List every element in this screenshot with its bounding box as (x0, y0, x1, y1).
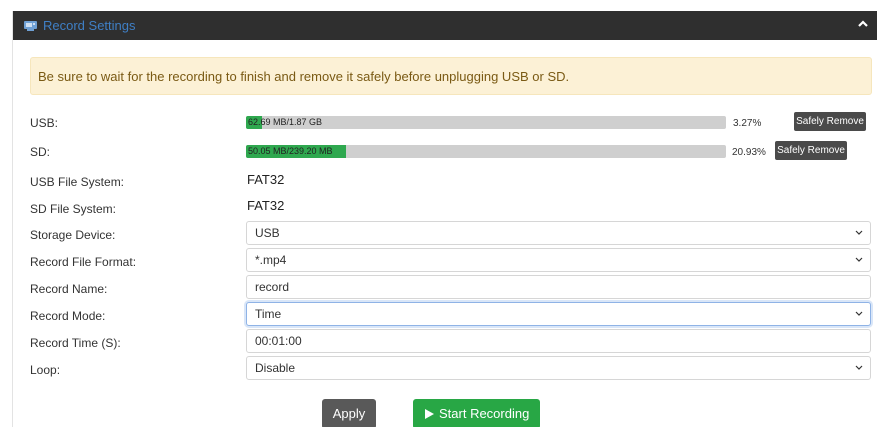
record-time-value: 00:01:00 (255, 334, 302, 348)
record-time-label: Record Time (S): (30, 336, 121, 350)
record-name-input[interactable]: record (246, 275, 871, 299)
warning-alert: Be sure to wait for the recording to fin… (30, 57, 872, 95)
record-name-value: record (255, 280, 290, 294)
usb-progress-bar: 62.69 MB/1.87 GB (246, 116, 726, 129)
play-icon (425, 409, 434, 419)
chevron-down-icon (855, 311, 863, 316)
storage-device-value: USB (255, 226, 280, 240)
sd-file-system-label: SD File System: (30, 202, 117, 216)
chevron-up-icon[interactable] (856, 16, 870, 32)
usb-file-system-value: FAT32 (247, 172, 285, 187)
usb-label: USB: (30, 116, 59, 130)
panel-title: Record Settings (43, 18, 136, 33)
sd-usage-text: 50.05 MB/239.20 MB (248, 146, 333, 156)
record-name-label: Record Name: (30, 282, 108, 296)
chevron-down-icon (855, 365, 863, 370)
start-recording-label: Start Recording (439, 406, 530, 421)
sd-label: SD: (30, 145, 51, 159)
record-mode-label: Record Mode: (30, 309, 106, 323)
storage-device-select[interactable]: USB (246, 221, 871, 245)
record-file-format-label: Record File Format: (30, 255, 137, 269)
sd-file-system-value: FAT32 (247, 198, 285, 213)
storage-device-label: Storage Device: (30, 228, 116, 242)
record-settings-icon (24, 21, 37, 31)
record-mode-value: Time (255, 307, 282, 321)
usb-usage-text: 62.69 MB/1.87 GB (248, 117, 323, 127)
panel-header: Record Settings (13, 11, 877, 40)
record-file-format-value: *.mp4 (255, 253, 287, 267)
start-recording-button[interactable]: Start Recording (413, 399, 540, 427)
sd-safely-remove-button[interactable]: Safely Remove (775, 141, 847, 160)
usb-safely-remove-button[interactable]: Safely Remove (794, 112, 866, 131)
usb-percent: 3.27% (733, 118, 762, 129)
loop-select[interactable]: Disable (246, 356, 871, 380)
record-file-format-select[interactable]: *.mp4 (246, 248, 871, 272)
loop-label: Loop: (30, 363, 61, 377)
loop-value: Disable (255, 361, 296, 375)
sd-percent: 20.93% (732, 147, 766, 158)
apply-button[interactable]: Apply (322, 399, 376, 427)
chevron-down-icon (855, 230, 863, 235)
chevron-down-icon (855, 257, 863, 262)
record-time-input[interactable]: 00:01:00 (246, 329, 871, 353)
usb-file-system-label: USB File System: (30, 175, 125, 189)
record-mode-select[interactable]: Time (246, 302, 871, 326)
sd-progress-bar: 50.05 MB/239.20 MB (246, 145, 726, 158)
